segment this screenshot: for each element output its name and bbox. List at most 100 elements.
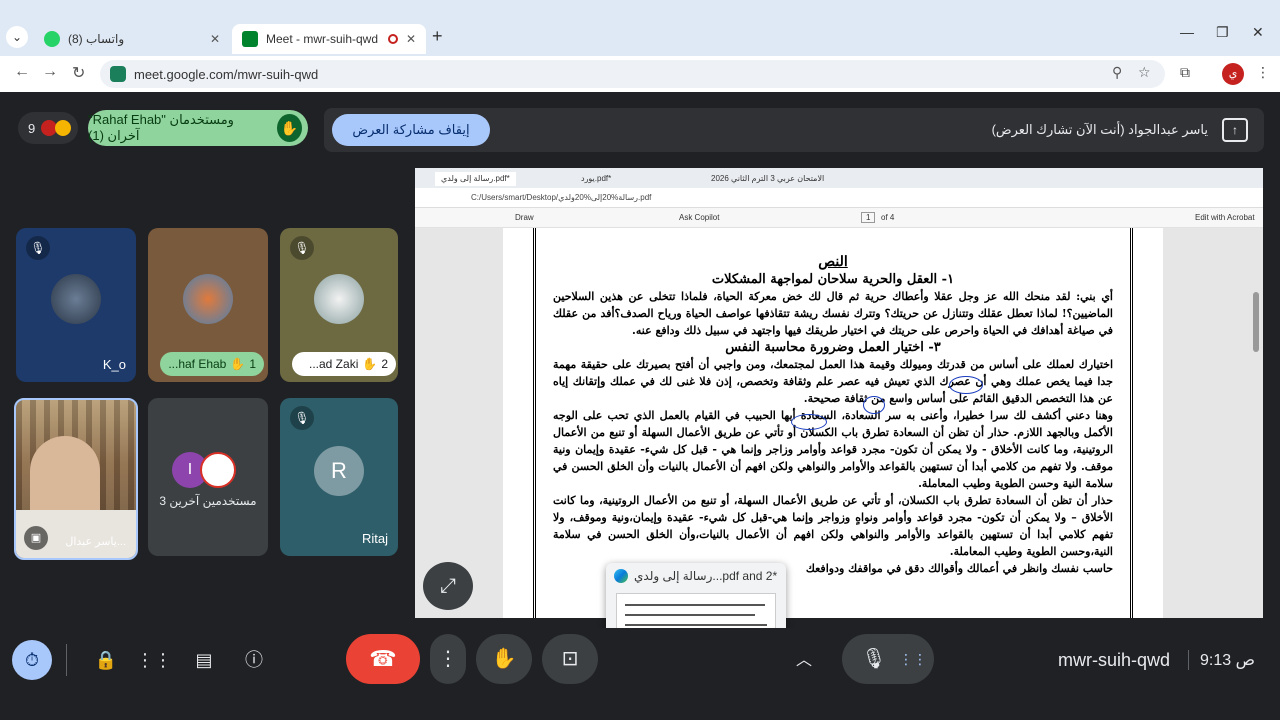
browser-tab-bar: ⌄ (8) واتساب ✕ Meet - mwr-suih-qwd ✕ + —… (0, 0, 1280, 56)
edit-acrobat-button: Edit with Acrobat (1195, 213, 1255, 222)
more-options-button[interactable]: ⋮ (430, 634, 466, 684)
minimize-button[interactable]: — (1180, 24, 1194, 40)
recording-icon (387, 34, 398, 44)
doc-paragraph: أي بني: لقد منحك الله عز وجل عقلا وأعطاك… (553, 290, 1113, 337)
raised-hands-text: "Rahaf Ehab" ومستخدمان آخران (1) (88, 112, 234, 143)
ink-annotation (791, 414, 827, 430)
chevron-up-icon[interactable]: ︿ (796, 646, 812, 670)
mic-control[interactable]: 🎙 ⋮⋮ (842, 634, 934, 684)
activities-icon[interactable]: ⋮⋮ (134, 640, 174, 680)
participant-count[interactable]: 9 (18, 112, 78, 144)
close-window-button[interactable]: ✕ (1252, 24, 1264, 41)
close-icon[interactable]: ✕ (210, 32, 220, 46)
profile-avatar[interactable]: ي (1222, 63, 1244, 85)
mic-off-icon: 🎙 (26, 236, 50, 260)
menu-icon[interactable]: ⋮ (1256, 64, 1270, 81)
forward-button[interactable]: → (42, 63, 58, 81)
letter-avatar: R (314, 445, 364, 496)
bookmark-star-icon[interactable]: ☆ (1138, 64, 1151, 81)
present-screen-icon: ↑ (1222, 118, 1248, 142)
info-icon[interactable]: ⓘ (234, 640, 274, 680)
ink-annotation (863, 396, 885, 414)
host-controls-icon[interactable]: 🔒 (86, 640, 126, 680)
reload-button[interactable]: ↻ (72, 63, 85, 83)
preview-title: رسالة إلى ولدي...pdf and 2* (634, 569, 778, 583)
page-number: 1 (861, 212, 876, 223)
participant-name: ياسر عبدال... (65, 536, 126, 548)
end-call-button[interactable]: ☎ (346, 634, 420, 684)
shared-address-bar: C:/Users/smart/Desktop/رسالة%20إلى%20ولد… (415, 188, 1263, 208)
tab-search-icon[interactable]: ⌄ (6, 26, 28, 48)
file-path: C:/Users/smart/Desktop/رسالة%20إلى%20ولد… (471, 193, 652, 202)
participant-name: ...haf Ehab (168, 357, 227, 371)
timer-icon[interactable]: ⏱ (12, 640, 52, 680)
shared-tab: رسالة إلى ولدي.pdf* (435, 172, 516, 186)
divider (66, 644, 67, 676)
tab-whatsapp[interactable]: (8) واتساب ✕ (34, 24, 230, 54)
meet-icon (242, 31, 258, 47)
mic-off-icon: 🎙 (290, 406, 314, 430)
doc-heading: ٣- اختيار العمل وضرورة محاسبة النفس (725, 340, 941, 355)
participant-name: ...ad Zaki (309, 357, 359, 371)
copilot-button: Ask Copilot (679, 213, 720, 222)
avatar (51, 273, 101, 324)
new-tab-button[interactable]: + (432, 26, 443, 47)
captions-button[interactable]: ⊡ (542, 634, 598, 684)
meet-main: 9 "Rahaf Ehab" ومستخدمان آخران (1) ✋ إيق… (0, 92, 1280, 720)
raise-hand-icon: ✋ (362, 357, 378, 371)
others-label: 3 مستخدمين آخرين (159, 494, 257, 508)
shared-screen: رسالة إلى ولدي.pdf* يورد.pdf* الامتحان ع… (415, 168, 1263, 618)
extensions-icon[interactable]: ⧉ (1180, 64, 1190, 81)
participant-tile[interactable]: 🎙 ...ad Zaki ✋ 2 (280, 228, 398, 382)
participant-tile[interactable]: ...haf Ehab ✋ 1 (148, 228, 268, 382)
hand-order: 1 (249, 357, 256, 371)
picture-in-picture-icon[interactable]: ▣ (24, 526, 48, 550)
avatar (314, 273, 364, 324)
maximize-button[interactable]: ❐ (1216, 24, 1229, 41)
hand-order: 2 (381, 357, 388, 371)
name-pill: ...haf Ehab ✋ 1 (160, 352, 264, 376)
raise-hand-button[interactable]: ✋ (476, 634, 532, 684)
clock: 9:13 ص (1200, 652, 1255, 669)
tab-title: Meet - mwr-suih-qwd (266, 32, 379, 46)
participant-avatar (55, 120, 72, 136)
shared-tab: الامتحان عربي 3 الترم الثاني 2026 (711, 174, 825, 183)
tab-meet[interactable]: Meet - mwr-suih-qwd ✕ (232, 24, 426, 54)
mic-icon[interactable]: 🎙 (854, 634, 894, 684)
bottom-controls: ⏱ 🔒 ⋮⋮ ▤ ⓘ ☎ ⋮ ✋ ⊡ ︿ 🎙 ⋮⋮ mwr-suih-qwd 9… (0, 628, 1280, 720)
participant-name: K_o (102, 357, 126, 372)
audio-level-icon: ⋮⋮ (899, 651, 927, 667)
presenting-text: ياسر عبدالجواد (أنت الآن تشارك العرض) (991, 122, 1208, 137)
raise-hand-icon: ✋ (276, 114, 302, 142)
close-icon[interactable]: ✕ (406, 32, 416, 46)
raise-hand-icon: ✋ (230, 357, 246, 371)
meeting-code: mwr-suih-qwd (1058, 650, 1171, 670)
whatsapp-icon (44, 31, 60, 47)
pdf-page: النص ١- العقل والحرية سلاحان لمواجهة الم… (503, 228, 1163, 618)
doc-heading: ١- العقل والحرية سلاحان لمواجهة المشكلات (711, 272, 955, 287)
others-tile[interactable]: I 3 مستخدمين آخرين (148, 398, 268, 556)
expand-icon[interactable]: ⤢ (423, 562, 473, 610)
participant-tile[interactable]: 🎙 R Ritaj (280, 398, 398, 556)
presenting-banner: إيقاف مشاركة العرض ياسر عبدالجواد (أنت ا… (324, 108, 1264, 152)
draw-tool: Draw (515, 213, 534, 222)
doc-paragraph: حذار أن تظن أن السعادة تطرق باب الكسلان،… (553, 494, 1113, 558)
back-button[interactable]: ← (14, 63, 30, 81)
url-field[interactable]: meet.google.com/mwr-suih-qwd (100, 60, 1165, 88)
raised-hands-pill[interactable]: "Rahaf Ehab" ومستخدمان آخران (1) ✋ (88, 110, 308, 146)
count-text: 9 (28, 120, 36, 136)
participant-tile[interactable]: 🎙 K_o (16, 228, 136, 382)
page-count: of 4 (881, 213, 895, 222)
site-info-icon[interactable] (110, 66, 126, 82)
ink-annotation (949, 376, 983, 394)
edge-icon (614, 569, 628, 583)
name-pill: ...ad Zaki ✋ 2 (292, 352, 396, 376)
stop-sharing-button[interactable]: إيقاف مشاركة العرض (332, 114, 490, 146)
zoom-icon[interactable]: ⚲ (1112, 64, 1122, 81)
chat-icon[interactable]: ▤ (184, 640, 224, 680)
doc-paragraph: اختيارك لعملك على أساس من قدرتك وميولك و… (553, 358, 1113, 405)
self-video-tile[interactable]: ▣ ياسر عبدال... (14, 398, 138, 560)
doc-paragraph: وهنا دعني أكشف لك سرا خطيرا، وأعنى به سر… (553, 409, 1113, 490)
document-text: النص ١- العقل والحرية سلاحان لمواجهة الم… (553, 254, 1113, 577)
shared-tab-bar: رسالة إلى ولدي.pdf* يورد.pdf* الامتحان ع… (415, 168, 1263, 188)
